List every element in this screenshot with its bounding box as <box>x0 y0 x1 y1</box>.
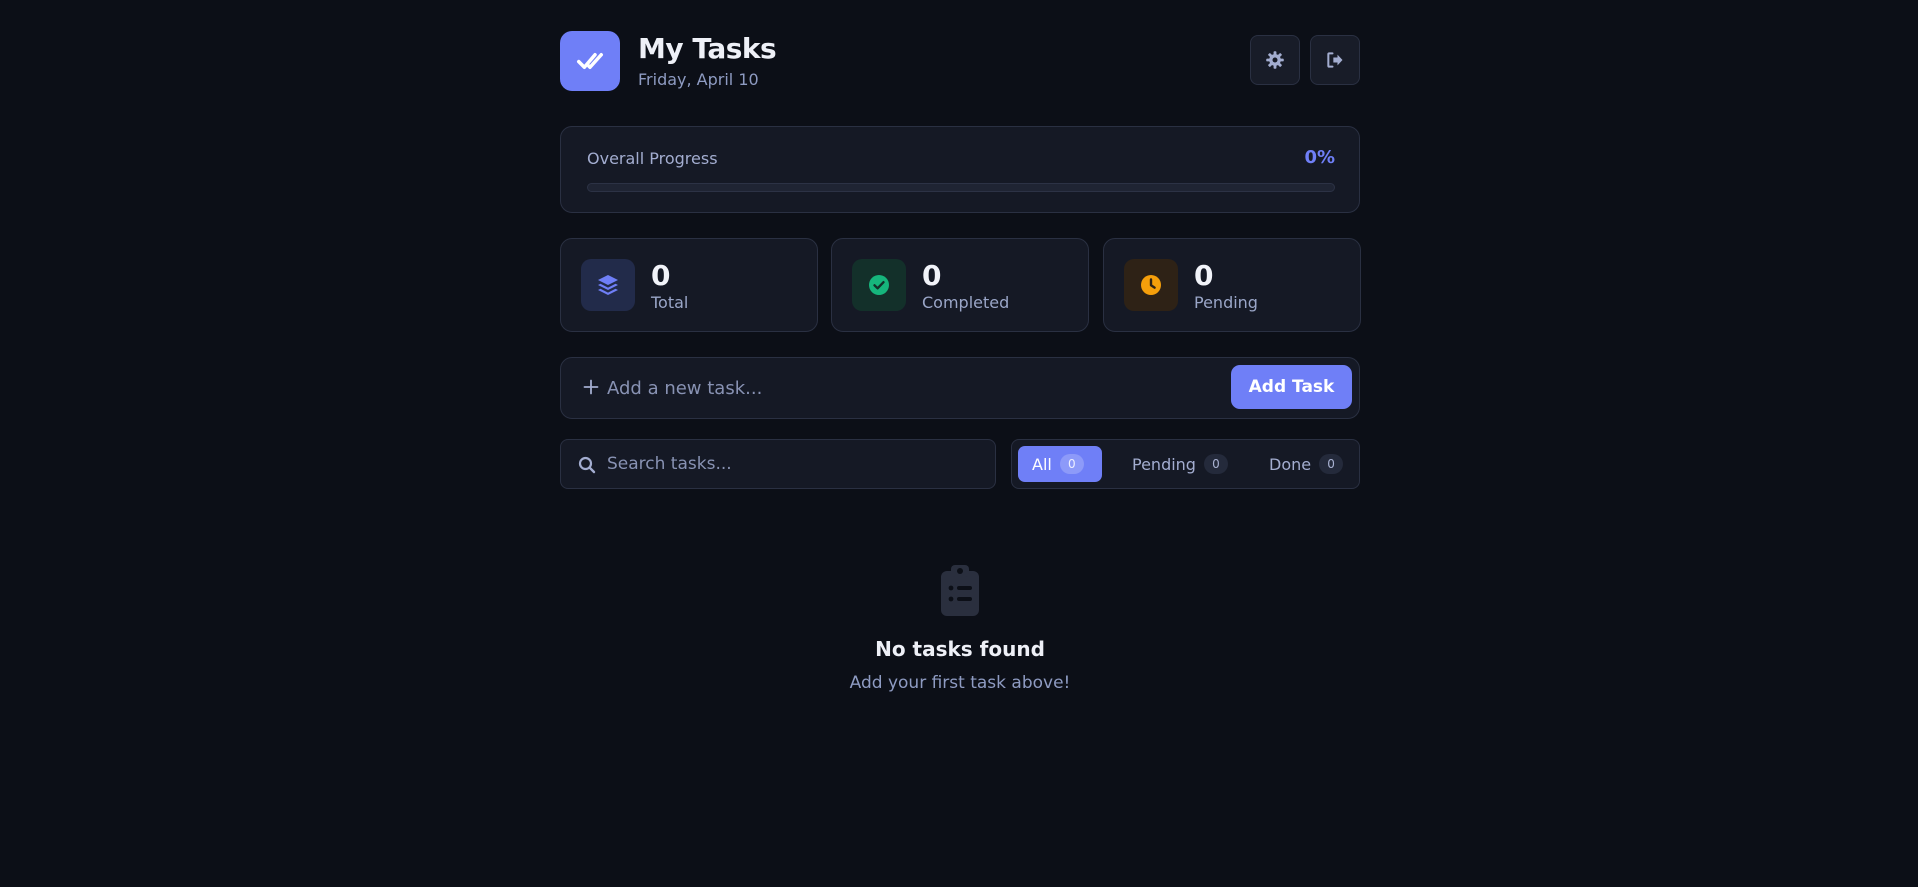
filter-tab-pending[interactable]: Pending 0 <box>1118 446 1238 482</box>
stat-value: 0 <box>651 259 671 292</box>
page-title: My Tasks <box>638 32 777 65</box>
stat-card-total: 0 Total <box>560 238 818 332</box>
add-task-bar: Add Task <box>560 357 1360 419</box>
progress-card: Overall Progress 0% <box>560 126 1360 213</box>
stat-value: 0 <box>1194 259 1214 292</box>
filter-label: Done <box>1269 454 1312 474</box>
plus-icon <box>579 375 603 399</box>
settings-button[interactable] <box>1250 35 1300 85</box>
app-logo <box>560 31 620 91</box>
stat-label: Total <box>651 293 689 312</box>
progress-label: Overall Progress <box>587 149 718 168</box>
gear-icon <box>1266 51 1284 69</box>
add-task-button[interactable]: Add Task <box>1231 365 1352 409</box>
search-icon <box>578 456 596 474</box>
check-circle-icon <box>869 275 889 295</box>
search-box <box>560 439 996 489</box>
stats-row: 0 Total 0 Completed 0 Pending <box>560 238 1361 332</box>
stat-card-pending: 0 Pending <box>1103 238 1361 332</box>
clock-icon <box>1141 275 1161 295</box>
current-date: Friday, April 10 <box>638 70 759 89</box>
filter-count-badge: 0 <box>1059 454 1084 474</box>
filter-count-badge: 0 <box>1319 454 1344 474</box>
header: My Tasks Friday, April 10 <box>560 0 1360 126</box>
stat-card-completed: 0 Completed <box>831 238 1089 332</box>
filter-tabs: All 0 Pending 0 Done 0 <box>1011 439 1360 489</box>
new-task-input[interactable] <box>607 370 1207 406</box>
filter-label: All <box>1032 454 1052 474</box>
clipboard-list-icon <box>941 565 979 616</box>
logout-button[interactable] <box>1310 35 1360 85</box>
filter-label: Pending <box>1132 454 1196 474</box>
filter-tab-done[interactable]: Done 0 <box>1255 446 1353 482</box>
app-container: My Tasks Friday, April 10 Overall Progre… <box>560 0 1361 693</box>
progress-percent: 0% <box>1304 147 1335 168</box>
stat-value: 0 <box>922 259 942 292</box>
empty-state-title: No tasks found <box>875 637 1045 661</box>
filter-count-badge: 0 <box>1203 454 1228 474</box>
empty-state-subtitle: Add your first task above! <box>849 673 1071 693</box>
stat-label: Pending <box>1194 293 1258 312</box>
stat-icon-wrapper <box>852 259 906 311</box>
logout-icon <box>1327 52 1343 68</box>
filter-tab-all[interactable]: All 0 <box>1018 446 1102 482</box>
search-input[interactable] <box>607 448 977 480</box>
progress-bar <box>587 183 1335 192</box>
double-check-icon <box>577 53 603 69</box>
layers-icon <box>598 275 618 295</box>
stat-label: Completed <box>922 293 1010 312</box>
stat-icon-wrapper <box>581 259 635 311</box>
empty-state: No tasks found Add your first task above… <box>560 565 1360 693</box>
stat-icon-wrapper <box>1124 259 1178 311</box>
